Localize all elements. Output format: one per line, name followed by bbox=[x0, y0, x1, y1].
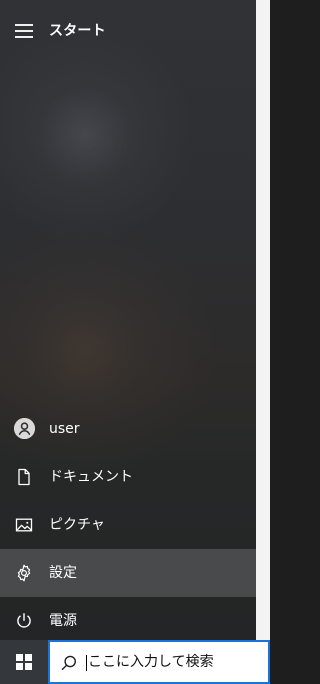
windows-logo-pane bbox=[16, 663, 23, 670]
start-menu: スタート user ドキュメント ピクチャ 設定 電源 bbox=[0, 0, 256, 640]
user-account-item[interactable]: user bbox=[0, 405, 256, 453]
windows-logo-pane bbox=[25, 663, 32, 670]
gear-icon bbox=[14, 563, 34, 583]
power-label: 電源 bbox=[49, 613, 77, 629]
power-icon bbox=[14, 611, 34, 631]
power-item[interactable]: 電源 bbox=[0, 597, 256, 645]
user-account-label: user bbox=[49, 421, 80, 437]
hamburger-line bbox=[15, 24, 33, 26]
text-cursor bbox=[86, 655, 87, 671]
documents-item[interactable]: ドキュメント bbox=[0, 453, 256, 501]
start-menu-header: スタート bbox=[0, 12, 256, 52]
hamburger-menu-icon[interactable] bbox=[15, 24, 33, 38]
taskbar-search-box[interactable] bbox=[48, 640, 270, 684]
document-icon bbox=[14, 467, 34, 487]
settings-label: 設定 bbox=[49, 565, 77, 581]
start-button[interactable] bbox=[0, 640, 48, 684]
windows-logo-pane bbox=[25, 654, 32, 661]
documents-label: ドキュメント bbox=[49, 469, 133, 485]
user-avatar-icon bbox=[14, 418, 35, 439]
search-input[interactable] bbox=[88, 650, 264, 674]
pictures-item[interactable]: ピクチャ bbox=[0, 501, 256, 549]
hamburger-line bbox=[15, 36, 33, 38]
windows-logo-pane bbox=[16, 654, 23, 661]
screen: スタート user ドキュメント ピクチャ 設定 電源 ここに入力して検索 bbox=[0, 0, 270, 684]
picture-icon bbox=[14, 515, 34, 535]
search-icon bbox=[60, 654, 78, 672]
taskbar bbox=[0, 640, 270, 684]
windows-logo-icon bbox=[16, 654, 32, 670]
hamburger-line bbox=[15, 30, 33, 32]
pictures-label: ピクチャ bbox=[49, 517, 105, 533]
start-menu-title: スタート bbox=[49, 23, 106, 39]
settings-item[interactable]: 設定 bbox=[0, 549, 256, 597]
